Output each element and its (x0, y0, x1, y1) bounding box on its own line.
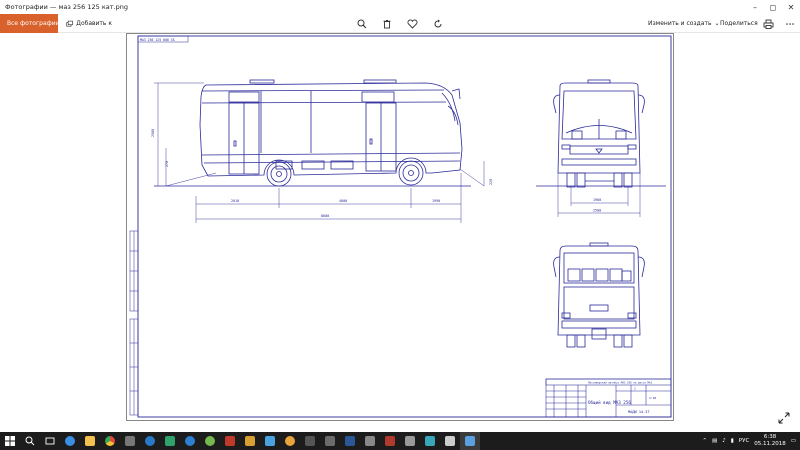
window-controls: – ◻ ✕ (746, 0, 800, 14)
photos-taskbar-icon[interactable] (460, 432, 480, 450)
search-icon[interactable] (20, 432, 40, 450)
dim-overall-length: 8000 (321, 214, 329, 218)
share-label: Поделиться (720, 20, 758, 27)
all-photos-label: Все фотографии (7, 20, 60, 27)
app-icon-13[interactable] (420, 432, 440, 450)
app-icon-4[interactable] (200, 432, 220, 450)
add-to-label: Добавить к (76, 20, 112, 27)
rotate-icon[interactable] (431, 17, 444, 30)
battery-icon[interactable]: ▮ (731, 438, 734, 444)
dim-rear-overhang: 1990 (432, 199, 440, 203)
all-photos-button[interactable]: Все фотографии (0, 14, 60, 33)
add-to-icon (66, 20, 73, 27)
photos-app: Фотографии — маз 256 125 кат.png – ◻ ✕ В… (0, 0, 800, 450)
app-icon-3[interactable] (180, 432, 200, 450)
dim-wheelbase: 4000 (339, 199, 347, 203)
expand-icon[interactable] (778, 412, 790, 424)
app-icon-5[interactable] (220, 432, 240, 450)
app-icon-9[interactable] (320, 432, 340, 450)
notifications-icon[interactable]: ▭ (791, 438, 796, 444)
clock-time: 6:38 (763, 434, 777, 440)
volume-icon[interactable]: ♪ (722, 438, 726, 444)
dim-height: 2980 (151, 129, 155, 137)
word-icon[interactable] (340, 432, 360, 450)
title-block-scale: 1:20 (649, 396, 656, 400)
clock-date: 05.11.2018 (754, 441, 786, 447)
app-icon-8[interactable] (280, 432, 300, 450)
app-icon-11[interactable] (380, 432, 400, 450)
title-block-name: Общий вид МАЗ 256 (588, 400, 631, 405)
image-viewer[interactable]: МАЗ 256 125 000 СБ 2010 4000 1990 8000 2… (0, 33, 800, 432)
drawing-stamp: МАЗ 256 125 000 СБ (140, 38, 175, 42)
app-icon-2[interactable] (160, 432, 180, 450)
maximize-icon[interactable]: ◻ (764, 0, 782, 14)
share-button[interactable]: Поделиться (713, 14, 758, 33)
taskbar: ⌃ ▤ ♪ ▮ РУС 6:38 05.11.2018 ▭ (0, 432, 800, 450)
zoom-icon[interactable] (355, 17, 368, 30)
delete-icon[interactable] (380, 17, 393, 30)
app-icon-1[interactable] (140, 432, 160, 450)
system-tray: ⌃ ▤ ♪ ▮ РУС 6:38 05.11.2018 ▭ (702, 432, 796, 450)
app-icon-6[interactable] (240, 432, 260, 450)
title-bar: Фотографии — маз 256 125 кат.png – ◻ ✕ (0, 0, 800, 14)
technical-drawing: МАЗ 256 125 000 СБ 2010 4000 1990 8000 2… (126, 33, 674, 421)
language-indicator[interactable]: РУС (739, 438, 750, 444)
more-icon[interactable] (783, 17, 796, 30)
store-icon[interactable] (120, 432, 140, 450)
edge-icon[interactable] (60, 432, 80, 450)
app-icon-7[interactable] (260, 432, 280, 450)
dim-width: 2500 (593, 209, 601, 213)
edit-create-label: Изменить и создать (648, 20, 712, 27)
network-icon[interactable]: ▤ (712, 438, 717, 444)
app-icon-14[interactable] (440, 432, 460, 450)
minimize-icon[interactable]: – (746, 0, 764, 14)
app-icon-10[interactable] (360, 432, 380, 450)
title-block-code: МАДИ 14-3Т (628, 410, 650, 414)
task-view-icon[interactable] (40, 432, 60, 450)
title-block-sheet: 1 (634, 387, 636, 391)
close-icon[interactable]: ✕ (782, 0, 800, 14)
dim-ground-clear-rear: 220 (489, 179, 493, 185)
window-title: Фотографии — маз 256 125 кат.png (5, 3, 128, 11)
chevron-up-icon[interactable]: ⌃ (702, 438, 707, 444)
calculator-icon[interactable] (300, 432, 320, 450)
chrome-icon[interactable] (100, 432, 120, 450)
start-icon[interactable] (0, 432, 20, 450)
favorite-icon[interactable] (406, 17, 419, 30)
edit-create-button[interactable]: Изменить и создать ⌄ (641, 14, 720, 33)
dim-front-overhang: 2010 (231, 199, 239, 203)
app-icon-12[interactable] (400, 432, 420, 450)
dim-track-front: 1960 (593, 198, 601, 202)
clock[interactable]: 6:38 05.11.2018 (754, 434, 786, 448)
toolbar: Все фотографии Добавить к Изменить и соз… (0, 14, 800, 33)
file-explorer-icon[interactable] (80, 432, 100, 450)
add-to-button[interactable]: Добавить к (62, 14, 112, 33)
sheet-outer-frame (126, 33, 674, 421)
dim-ground-clear-front: 270 (165, 161, 169, 167)
print-icon[interactable] (762, 17, 775, 30)
